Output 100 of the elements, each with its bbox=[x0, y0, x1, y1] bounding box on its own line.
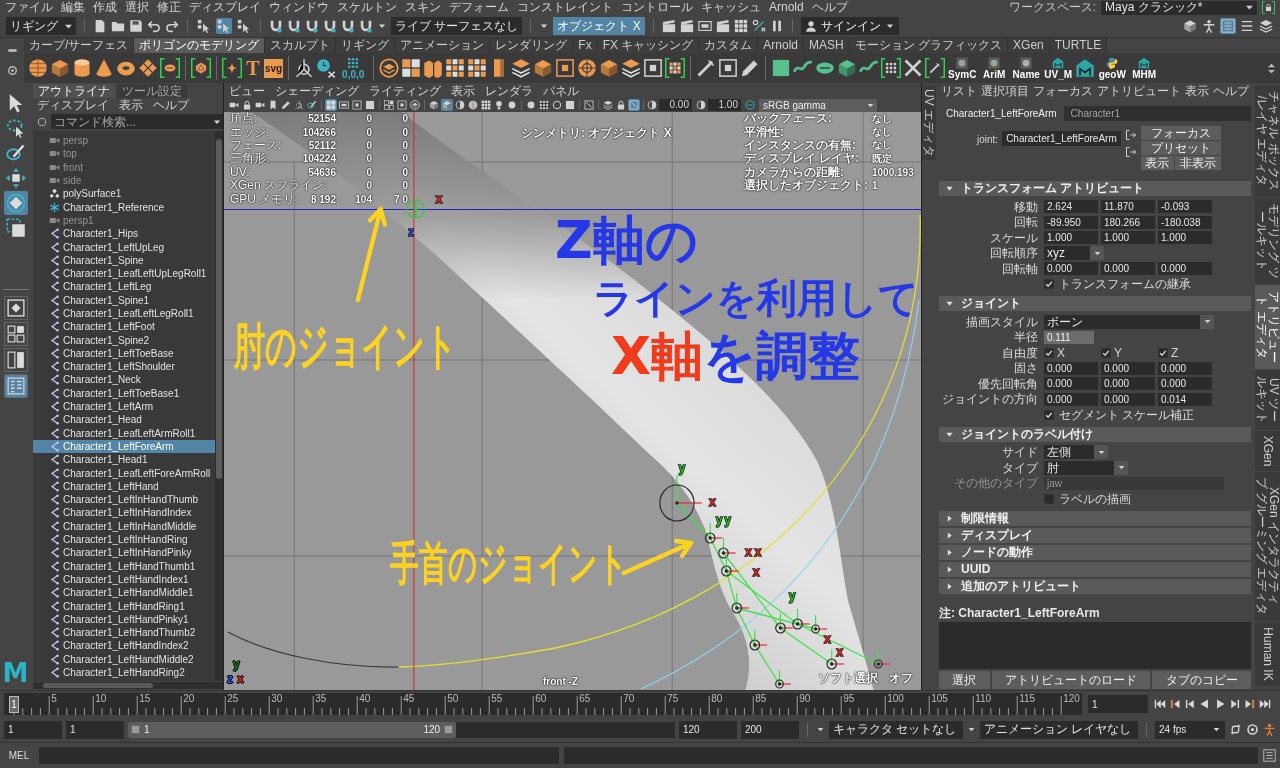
presets-button[interactable]: プリセット bbox=[1140, 141, 1221, 155]
outliner-item[interactable]: Character1_LeafLeftArmRoll1 bbox=[33, 426, 215, 440]
lines-icon[interactable] bbox=[1239, 18, 1255, 34]
checkbox-label[interactable]: Y bbox=[1114, 345, 1122, 360]
shelf-tab[interactable]: スカルプト bbox=[265, 38, 337, 53]
handle-icon[interactable] bbox=[444, 725, 454, 734]
select-box-icon[interactable] bbox=[583, 99, 595, 111]
menu-item[interactable]: 作成 bbox=[93, 0, 117, 15]
attribute-dropdown[interactable]: ボーン bbox=[1044, 314, 1214, 329]
section-header[interactable]: 制限情報 bbox=[939, 510, 1251, 526]
side-tab[interactable]: チャネル ボックス/レイヤ エディタ bbox=[1255, 86, 1280, 197]
cross-icon[interactable] bbox=[903, 58, 924, 78]
outliner-item[interactable]: Character1_LeftFoot bbox=[33, 320, 215, 334]
section-header[interactable]: ディスプレイ bbox=[939, 527, 1251, 543]
attribute-dropdown[interactable]: xyz bbox=[1044, 246, 1104, 261]
checkbox[interactable] bbox=[1044, 279, 1054, 290]
panel-tab[interactable]: ツール設定 bbox=[117, 84, 187, 98]
checkbox[interactable] bbox=[1158, 347, 1168, 358]
grid-icon[interactable] bbox=[733, 19, 748, 33]
shelf-tab[interactable]: レンダリング bbox=[490, 38, 574, 53]
search-field[interactable]: コマンド検索... bbox=[51, 114, 224, 129]
magnet-icon[interactable] bbox=[287, 19, 301, 33]
shelf-tab[interactable]: リギング bbox=[336, 38, 396, 53]
menu-item[interactable]: アトリビュート bbox=[1097, 82, 1181, 100]
rotate-tool-icon[interactable] bbox=[3, 191, 28, 215]
stack-icon[interactable] bbox=[1258, 18, 1274, 34]
two-pane-icon[interactable] bbox=[3, 348, 28, 372]
dashed-square-icon[interactable] bbox=[3, 216, 28, 240]
clock-icon[interactable] bbox=[316, 58, 337, 78]
playback-end-field[interactable]: 120 bbox=[679, 720, 737, 739]
dot-icon[interactable] bbox=[506, 99, 518, 111]
outliner-item[interactable]: Character1_Spine2 bbox=[33, 333, 215, 347]
shelf-tab[interactable]: TURTLE bbox=[1049, 38, 1108, 53]
number-field[interactable]: 0.000 bbox=[1101, 392, 1155, 406]
step-back-icon[interactable] bbox=[1184, 698, 1196, 710]
half-circle-icon[interactable] bbox=[647, 100, 657, 110]
shelf-button[interactable]: Name bbox=[1011, 56, 1042, 80]
menu-item[interactable]: スキン bbox=[405, 0, 441, 15]
show-button[interactable]: 表示 bbox=[1140, 156, 1175, 170]
shelf-tab[interactable]: ポリゴンのモデリング bbox=[134, 38, 266, 53]
dots-icon[interactable] bbox=[538, 99, 550, 111]
outliner-item[interactable]: Character1_LeftForeArm bbox=[33, 439, 215, 454]
cube-icon[interactable] bbox=[1182, 18, 1198, 34]
script-editor-icon[interactable] bbox=[1263, 749, 1276, 762]
outliner-item[interactable]: Character1_Neck bbox=[33, 373, 215, 387]
cylinder-icon[interactable] bbox=[72, 58, 92, 78]
caret-icon[interactable] bbox=[967, 725, 976, 734]
checkbox-label[interactable]: ラベルの描画 bbox=[1059, 491, 1131, 506]
scrollbar[interactable] bbox=[33, 682, 223, 689]
cube-icon[interactable] bbox=[599, 58, 620, 78]
shelf-tab[interactable]: Arnold bbox=[758, 38, 805, 53]
outliner-item[interactable]: Character1_Spine1 bbox=[33, 293, 215, 307]
hide-button[interactable]: 非表示 bbox=[1175, 156, 1221, 170]
start-time-field[interactable]: 1 bbox=[4, 720, 62, 739]
number-field[interactable]: -89.950 bbox=[1044, 215, 1098, 229]
number-field[interactable]: 0.000 bbox=[1158, 361, 1212, 375]
menu-item[interactable]: 表示 bbox=[119, 96, 143, 114]
person-icon[interactable] bbox=[1201, 18, 1217, 34]
handle-icon[interactable] bbox=[131, 725, 140, 734]
menu-item[interactable]: コントロール bbox=[621, 0, 693, 15]
exposure-field[interactable]: 0.00 bbox=[659, 99, 692, 111]
shelf-button[interactable]: UV_M bbox=[1043, 56, 1074, 80]
outliner-item[interactable]: polySurface1 bbox=[33, 187, 215, 201]
clapper-icon[interactable] bbox=[679, 19, 694, 33]
number-field[interactable]: 0.000 bbox=[1044, 361, 1098, 375]
fps-dropdown[interactable]: 24 fps bbox=[1155, 720, 1225, 739]
frame-icon[interactable] bbox=[351, 99, 363, 111]
outliner-item[interactable]: Character1_LeftHandMiddle2 bbox=[33, 652, 215, 666]
attribute-dropdown[interactable]: 左側 bbox=[1044, 445, 1108, 460]
number-field[interactable]: 0.000 bbox=[1101, 262, 1155, 276]
lock-icon[interactable] bbox=[615, 99, 627, 111]
outliner-item[interactable]: Character1_LeftToeBase1 bbox=[33, 386, 215, 400]
attribute-dropdown[interactable]: 肘 bbox=[1044, 460, 1128, 475]
clapper-icon[interactable] bbox=[715, 19, 730, 33]
number-field[interactable]: 0.000 bbox=[1158, 377, 1212, 391]
menu-item[interactable]: ディスプレイ bbox=[37, 96, 109, 114]
skip-start-icon[interactable] bbox=[1154, 698, 1166, 710]
squares-icon[interactable] bbox=[401, 58, 422, 78]
ring-icon[interactable] bbox=[37, 116, 47, 127]
end-time-field[interactable]: 200 bbox=[741, 720, 799, 739]
sphere-icon[interactable] bbox=[28, 58, 48, 78]
menu-item[interactable]: キャッシュ bbox=[701, 0, 761, 15]
outliner-item[interactable]: front bbox=[33, 160, 215, 174]
character-set-field[interactable]: キャラクタ セットなし bbox=[829, 720, 963, 739]
time-slider[interactable]: 5 10 15 20 25 30 35 40 45 50 55 60 65 70 75 80 85 90 95 100 105 110 115 120 1 bbox=[4, 693, 1082, 715]
number-field[interactable]: 11.870 bbox=[1101, 200, 1155, 214]
focus-button[interactable]: フォーカス bbox=[1140, 126, 1221, 140]
type-tool-button[interactable]: T bbox=[244, 58, 262, 78]
symmetry-dropdown[interactable]: オブジェクト X bbox=[553, 17, 645, 35]
shelf-tab[interactable]: アニメーション bbox=[395, 38, 491, 53]
cursor-squares-icon[interactable] bbox=[216, 18, 232, 34]
current-frame-marker[interactable]: 1 bbox=[9, 696, 19, 713]
outliner-item[interactable]: Character1_LeftInHandMiddle bbox=[33, 519, 215, 533]
half-circle-icon[interactable] bbox=[454, 99, 466, 111]
number-field[interactable]: 0.111 bbox=[1044, 330, 1094, 344]
side-tab[interactable]: XGen インタラクティブ グルーミング エディタ bbox=[1255, 471, 1280, 622]
outliner-item[interactable]: Character1_Hips bbox=[33, 227, 215, 241]
shelf-tab[interactable]: カーブ/サーフェス bbox=[24, 38, 135, 53]
diamond-icon[interactable] bbox=[138, 58, 158, 78]
bracket-arrow-icon[interactable] bbox=[1124, 146, 1137, 158]
